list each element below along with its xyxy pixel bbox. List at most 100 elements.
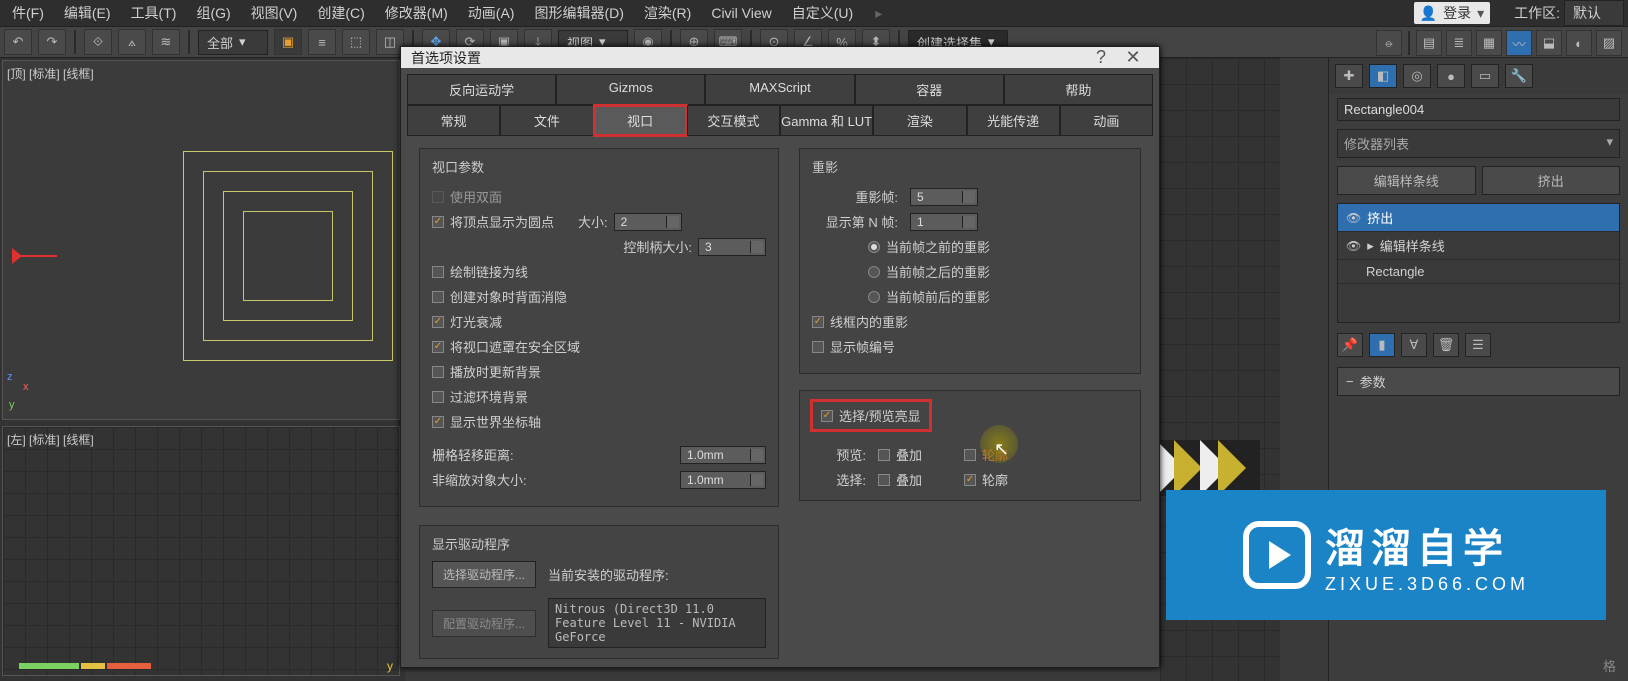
tab-containers[interactable]: 容器 <box>855 74 1004 105</box>
chk-backface[interactable] <box>432 291 444 303</box>
panel-modify-icon[interactable]: ◧ <box>1369 64 1397 88</box>
bind-icon[interactable]: ≋ <box>152 29 180 55</box>
menu-render[interactable]: 渲染(R) <box>636 1 699 25</box>
unlink-icon[interactable]: ⟑ <box>118 29 146 55</box>
chk-filter-env[interactable] <box>432 391 444 403</box>
menu-edit[interactable]: 编辑(E) <box>56 1 119 25</box>
spin-nonscale[interactable]: 1.0mm <box>680 471 766 489</box>
viewport-top[interactable]: [顶] [标准] [线框] y x z <box>2 60 400 420</box>
layers-icon[interactable]: ≣ <box>1446 30 1472 56</box>
chk-light-atten[interactable] <box>432 316 444 328</box>
chk-two-sided[interactable] <box>432 191 444 203</box>
menu-group[interactable]: 组(G) <box>188 1 238 25</box>
panel-utilities-icon[interactable]: 🔧 <box>1505 64 1533 88</box>
stack-item-rectangle[interactable]: Rectangle <box>1338 260 1619 284</box>
modifier-list-dropdown[interactable]: 修改器列表▾ <box>1337 129 1620 158</box>
chk-select-overlay[interactable] <box>878 474 890 486</box>
configure-sets-icon[interactable]: ☰ <box>1465 333 1491 357</box>
spin-ghost-frames[interactable]: 5 <box>910 188 978 206</box>
viewport-left[interactable]: [左] [标准] [线框] y <box>2 426 400 676</box>
tab-animation[interactable]: 动画 <box>1060 105 1153 136</box>
spin-handle-size[interactable]: 3 <box>698 238 766 256</box>
radio-ghost-before[interactable] <box>868 241 880 253</box>
login-dropdown[interactable]: 👤 登录 ▾ <box>1414 2 1490 24</box>
btn-extrude[interactable]: 挤出 <box>1482 166 1621 195</box>
radio-ghost-both[interactable] <box>868 291 880 303</box>
menu-civil-view[interactable]: Civil View <box>703 3 779 23</box>
tab-gamma[interactable]: Gamma 和 LUT <box>780 105 873 136</box>
spin-show-nth[interactable]: 1 <box>910 213 978 231</box>
mirror-icon[interactable]: ⦵ <box>1376 30 1402 56</box>
tab-radiosity[interactable]: 光能传递 <box>967 105 1060 136</box>
workspace-selector[interactable]: 默认 <box>1564 0 1624 26</box>
panel-display-icon[interactable]: ▭ <box>1471 64 1499 88</box>
visibility-icon[interactable]: 👁 <box>1346 239 1361 253</box>
object-name-input[interactable] <box>1337 98 1620 121</box>
spin-size[interactable]: 2 <box>614 213 682 231</box>
chk-draw-links[interactable] <box>432 266 444 278</box>
chk-update-bg[interactable] <box>432 366 444 378</box>
menu-file[interactable]: 件(F) <box>4 1 52 25</box>
selection-filter[interactable]: 全部▾ <box>198 30 268 55</box>
rollout-params[interactable]: −参数 <box>1338 368 1619 395</box>
menu-graph-editors[interactable]: 图形编辑器(D) <box>526 1 631 25</box>
menu-create[interactable]: 创建(C) <box>309 1 372 25</box>
tab-gizmos[interactable]: Gizmos <box>556 74 705 105</box>
tab-viewports[interactable]: 视口 <box>594 105 687 136</box>
chk-frame-num[interactable] <box>812 341 824 353</box>
tab-render[interactable]: 渲染 <box>873 105 966 136</box>
modifier-stack[interactable]: 👁 挤出 👁 ▸ 编辑样条线 Rectangle <box>1337 203 1620 323</box>
tab-ik[interactable]: 反向运动学 <box>407 74 556 105</box>
tab-help[interactable]: 帮助 <box>1004 74 1153 105</box>
menu-customize[interactable]: 自定义(U) <box>784 1 861 25</box>
align-icon[interactable]: ▤ <box>1416 30 1442 56</box>
chk-selection-highlight[interactable] <box>821 410 833 422</box>
expand-icon[interactable]: ▸ <box>1367 238 1374 254</box>
stack-item-edit-spline[interactable]: 👁 ▸ 编辑样条线 <box>1338 232 1619 260</box>
make-unique-icon[interactable]: ∀ <box>1401 333 1427 357</box>
tab-maxscript[interactable]: MAXScript <box>705 74 854 105</box>
curve-editor-icon[interactable]: 〰 <box>1506 30 1532 56</box>
chk-select-outline[interactable] <box>964 474 976 486</box>
schematic-icon[interactable]: ⬓ <box>1536 30 1562 56</box>
panel-create-icon[interactable]: ✚ <box>1335 64 1363 88</box>
tab-general[interactable]: 常规 <box>407 105 500 136</box>
undo-icon[interactable]: ↶ <box>4 29 32 55</box>
menu-tools[interactable]: 工具(T) <box>123 1 185 25</box>
panel-hierarchy-icon[interactable]: ◎ <box>1403 64 1431 88</box>
layer-explorer-icon[interactable]: ▦ <box>1476 30 1502 56</box>
material-icon[interactable]: ◐ <box>1566 30 1592 56</box>
chk-preview-overlay[interactable] <box>878 449 890 461</box>
stack-item-extrude[interactable]: 👁 挤出 <box>1338 204 1619 232</box>
tab-files[interactable]: 文件 <box>500 105 593 136</box>
menu-views[interactable]: 视图(V) <box>243 1 306 25</box>
spin-grid-nudge[interactable]: 1.0mm <box>680 446 766 464</box>
select-object-icon[interactable]: ▣ <box>274 29 302 55</box>
panel-motion-icon[interactable]: ● <box>1437 64 1465 88</box>
help-button[interactable]: ? <box>1085 47 1117 68</box>
menu-modifiers[interactable]: 修改器(M) <box>377 1 456 25</box>
btn-choose-driver[interactable]: 选择驱动程序... <box>432 561 536 588</box>
chk-ghost-wire[interactable] <box>812 316 824 328</box>
redo-icon[interactable]: ↷ <box>38 29 66 55</box>
render-setup-icon[interactable]: ▨ <box>1596 30 1622 56</box>
close-button[interactable]: ✕ <box>1117 47 1149 68</box>
menu-animation[interactable]: 动画(A) <box>460 1 523 25</box>
show-end-result-icon[interactable]: ▮ <box>1369 333 1395 357</box>
chk-preview-outline[interactable] <box>964 449 976 461</box>
chk-world-axis[interactable] <box>432 416 444 428</box>
select-region-icon[interactable]: ⬚ <box>342 29 370 55</box>
btn-edit-spline[interactable]: 编辑样条线 <box>1337 166 1476 195</box>
remove-modifier-icon[interactable]: 🗑 <box>1433 333 1459 357</box>
chk-vertex-dots[interactable] <box>432 216 444 228</box>
visibility-icon[interactable]: 👁 <box>1346 211 1361 225</box>
pin-stack-icon[interactable]: 📌 <box>1337 333 1363 357</box>
select-name-icon[interactable]: ≡ <box>308 29 336 55</box>
chk-safe-frame[interactable] <box>432 341 444 353</box>
link-icon[interactable]: ⟐ <box>84 29 112 55</box>
radio-ghost-after[interactable] <box>868 266 880 278</box>
btn-config-driver[interactable]: 配置驱动程序... <box>432 610 536 637</box>
tab-interaction[interactable]: 交互模式 <box>687 105 780 136</box>
axis-line <box>17 255 57 257</box>
lbl-select-outline: 轮廓 <box>982 470 1008 489</box>
